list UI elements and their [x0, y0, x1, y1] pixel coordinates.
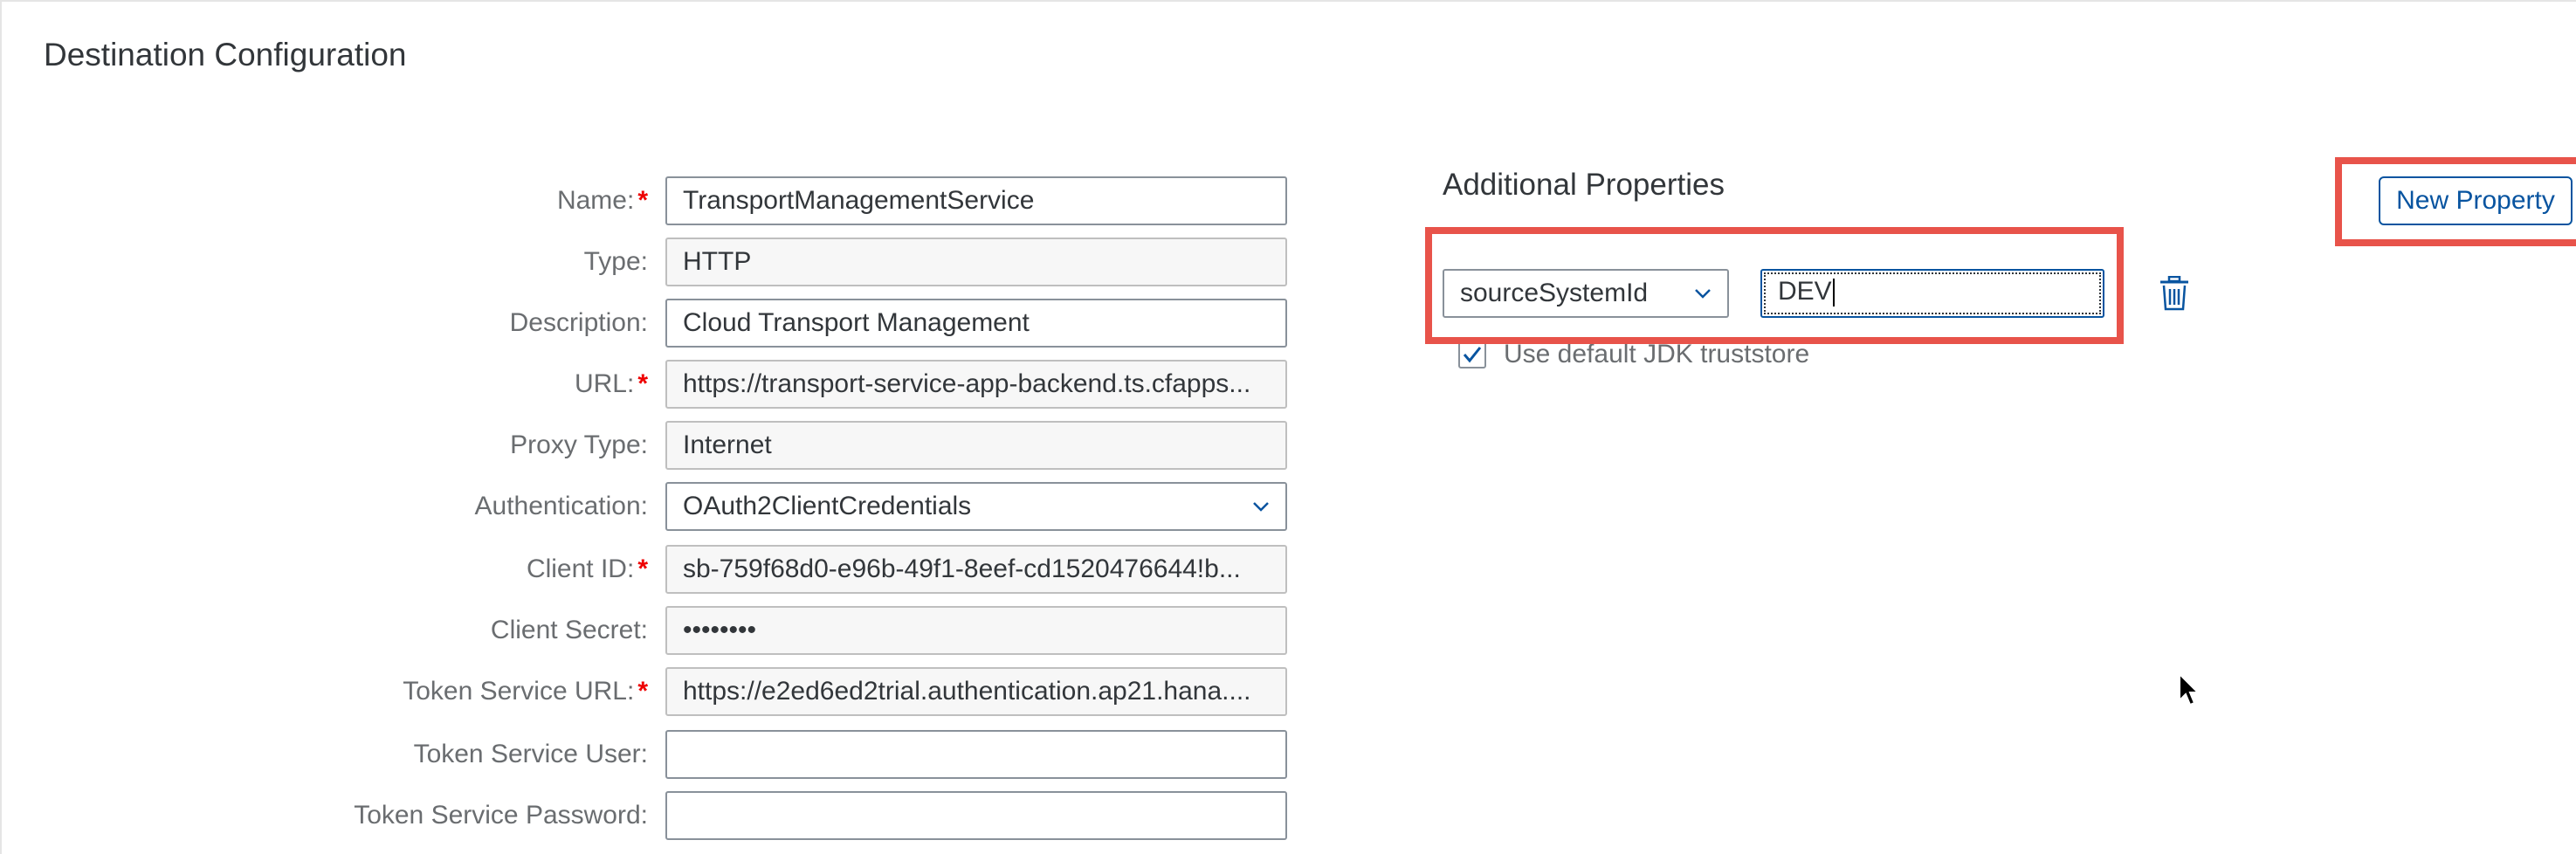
field-value: ••••••••: [683, 616, 757, 644]
field-value: OAuth2ClientCredentials: [683, 492, 972, 520]
field-input[interactable]: sb-759f68d0-e96b-49f1-8eef-cd1520476644!…: [665, 545, 1287, 594]
field-input[interactable]: [665, 791, 1287, 840]
field-input[interactable]: TransportManagementService: [665, 176, 1287, 225]
field-label: Authentication:: [159, 482, 648, 531]
field-value: https://e2ed6ed2trial.authentication.ap2…: [683, 677, 1251, 706]
field-input[interactable]: Internet: [665, 421, 1287, 470]
field-label-text: Client ID:: [526, 554, 635, 583]
field-label-text: Type:: [583, 247, 648, 276]
field-label-text: Description:: [509, 308, 648, 337]
additional-properties-title: Additional Properties: [1443, 168, 1725, 202]
mouse-pointer-icon: [2179, 672, 2201, 706]
new-property-button[interactable]: New Property: [2379, 176, 2573, 225]
field-label-text: Proxy Type:: [510, 430, 648, 459]
field-value: sb-759f68d0-e96b-49f1-8eef-cd1520476644!…: [683, 554, 1241, 583]
field-input[interactable]: HTTP: [665, 238, 1287, 286]
field-label-text: Token Service Password:: [354, 801, 648, 830]
checkmark-icon: [1463, 347, 1482, 363]
field-label-text: Token Service User:: [413, 740, 648, 768]
required-marker: *: [637, 554, 648, 583]
field-label: URL: *: [159, 360, 648, 409]
field-value: https://transport-service-app-backend.ts…: [683, 369, 1251, 398]
field-label: Token Service Password:: [159, 791, 648, 840]
field-input[interactable]: https://transport-service-app-backend.ts…: [665, 360, 1287, 409]
field-label: Name: *: [159, 176, 648, 225]
field-label-text: Name:: [556, 186, 635, 215]
trash-icon[interactable]: [2159, 276, 2190, 311]
destination-config-panel: Destination Configuration Name: * Transpor…: [0, 0, 2576, 854]
field-label-text: Authentication:: [474, 492, 648, 520]
highlight-property-row: [1425, 227, 2124, 344]
field-label: Type:: [159, 238, 648, 286]
field-value: TransportManagementService: [683, 186, 1035, 215]
field-value: Internet: [683, 430, 772, 459]
use-default-jdk-checkbox[interactable]: [1458, 341, 1486, 368]
required-marker: *: [637, 369, 648, 398]
field-label: Token Service User:: [159, 730, 648, 779]
field-label-text: Client Secret:: [490, 616, 648, 644]
field-input[interactable]: https://e2ed6ed2trial.authentication.ap2…: [665, 667, 1287, 716]
required-marker: *: [637, 677, 648, 706]
field-label: Token Service URL: *: [159, 667, 648, 716]
field-label-text: Token Service URL:: [403, 677, 635, 706]
page-title: Destination Configuration: [44, 37, 407, 72]
field-label: Proxy Type:: [159, 421, 648, 470]
field-value: HTTP: [683, 247, 752, 276]
field-label: Description:: [159, 299, 648, 348]
field-label: Client ID: *: [159, 545, 648, 594]
authentication-select[interactable]: OAuth2ClientCredentials: [665, 482, 1287, 531]
chevron-down-icon: [1253, 502, 1269, 512]
field-label: Client Secret:: [159, 606, 648, 655]
field-value: Cloud Transport Management: [683, 308, 1030, 337]
field-input[interactable]: ••••••••: [665, 606, 1287, 655]
required-marker: *: [637, 186, 648, 215]
field-input[interactable]: [665, 730, 1287, 779]
field-input[interactable]: Cloud Transport Management: [665, 299, 1287, 348]
field-label-text: URL:: [574, 369, 635, 398]
